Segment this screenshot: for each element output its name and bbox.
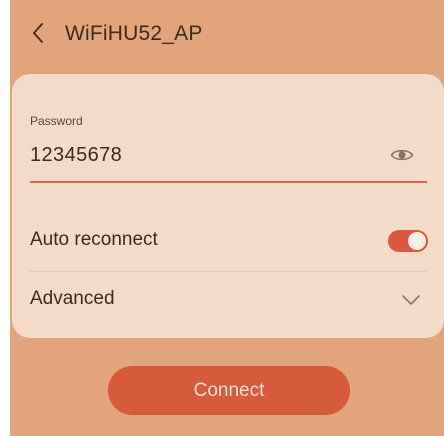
back-button[interactable]	[26, 20, 50, 50]
network-name-title: WiFiHU52_AP	[65, 22, 203, 45]
chevron-left-icon	[31, 22, 45, 49]
password-underline	[30, 181, 427, 183]
auto-reconnect-row[interactable]: Auto reconnect	[12, 214, 444, 270]
settings-card: Password 12345678 Auto reconnect Advance…	[12, 74, 444, 338]
advanced-label: Advanced	[30, 288, 115, 309]
toggle-knob	[408, 232, 426, 250]
auto-reconnect-toggle[interactable]	[388, 230, 428, 252]
connect-button[interactable]: Connect	[108, 366, 350, 415]
advanced-row[interactable]: Advanced	[12, 274, 444, 330]
eye-icon	[390, 147, 414, 168]
show-password-button[interactable]	[388, 146, 416, 168]
auto-reconnect-label: Auto reconnect	[30, 229, 158, 250]
password-label: Password	[30, 114, 83, 128]
wifi-connect-screen: WiFiHU52_AP Password 12345678 Auto recon…	[10, 0, 444, 436]
header: WiFiHU52_AP	[10, 0, 444, 70]
password-input[interactable]: 12345678	[30, 144, 122, 167]
divider	[30, 271, 427, 272]
chevron-down-icon	[400, 292, 422, 308]
